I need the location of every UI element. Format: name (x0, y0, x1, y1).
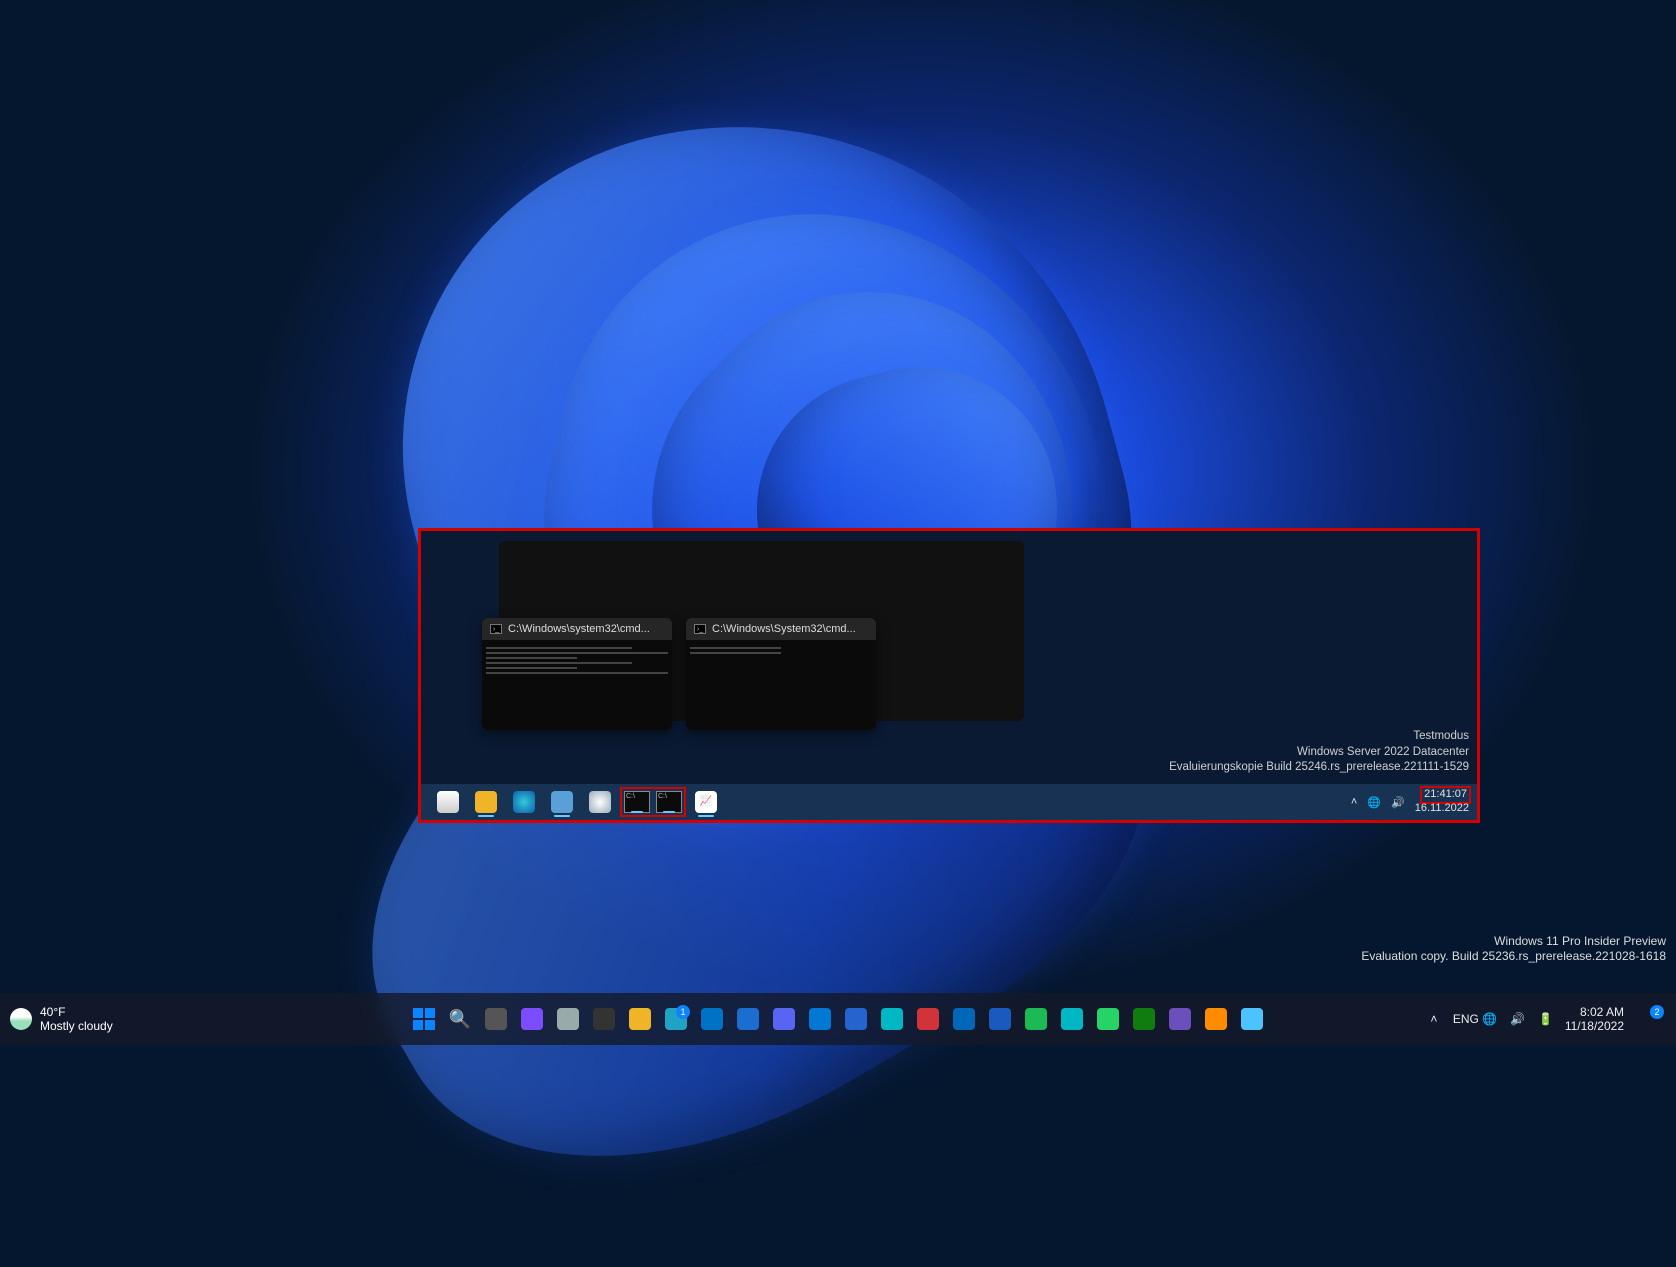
cmd-window-1[interactable] (624, 791, 650, 813)
cmd-taskbar-group-highlighted[interactable] (622, 789, 684, 815)
start-icon[interactable] (408, 1003, 440, 1035)
language-indicator[interactable]: ENG (1453, 1012, 1471, 1026)
weather-widget[interactable]: 40°F Mostly cloudy (10, 1005, 113, 1034)
task-view-icon[interactable] (434, 788, 462, 816)
preview-title: C:\Windows\system32\cmd... (508, 623, 650, 635)
vscode-icon[interactable] (948, 1003, 980, 1035)
desktop-watermark: Windows 11 Pro Insider Preview Evaluatio… (1361, 934, 1666, 965)
watermark-line: Windows Server 2022 Datacenter (1169, 745, 1469, 761)
preview-title: C:\Windows\System32\cmd... (712, 623, 856, 635)
inner-time-highlighted: 21:41:07 (1422, 788, 1469, 802)
battery-icon[interactable]: 🔋 (1537, 1012, 1555, 1026)
settings-icon[interactable] (552, 1003, 584, 1035)
outlook-icon[interactable] (696, 1003, 728, 1035)
search-icon[interactable]: 🔍 (444, 1003, 476, 1035)
preview-thumbnail[interactable]: ›_ C:\Windows\System32\cmd... (686, 618, 876, 730)
weather-cond: Mostly cloudy (40, 1019, 113, 1033)
watermark-line: Windows 11 Pro Insider Preview (1361, 934, 1666, 950)
more-1-icon[interactable] (1164, 1003, 1196, 1035)
taskbar-preview-thumbnails: ›_ C:\Windows\system32\cmd... ›_ C:\Wind… (482, 618, 876, 730)
chat-icon[interactable] (516, 1003, 548, 1035)
inner-taskbar: 📈 ˄ 🌐 🔊 21:41:07 16.11.2022 (421, 784, 1477, 820)
spotify-icon[interactable] (1020, 1003, 1052, 1035)
notification-badge: 2 (1650, 1005, 1664, 1019)
disc-icon[interactable] (586, 788, 614, 816)
network-icon[interactable]: 🌐 (1481, 1012, 1499, 1026)
app-badge: 1 (676, 1005, 690, 1019)
watermark-line: Evaluierungskopie Build 25246.rs_prerele… (1169, 760, 1469, 776)
cortana-icon[interactable] (1056, 1003, 1088, 1035)
chevron-up-icon[interactable]: ˄ (1425, 1012, 1443, 1026)
calendar-icon[interactable] (804, 1003, 836, 1035)
watermark-line: Testmodus (1169, 729, 1469, 745)
server-manager-icon[interactable] (548, 788, 576, 816)
terminal-icon[interactable] (588, 1003, 620, 1035)
weather-icon (10, 1008, 32, 1030)
discord-icon[interactable] (768, 1003, 800, 1035)
file-explorer-icon[interactable] (472, 788, 500, 816)
photos-icon[interactable] (876, 1003, 908, 1035)
edge-icon[interactable] (510, 788, 538, 816)
more-2-icon[interactable] (1200, 1003, 1232, 1035)
taskbar-center: 🔍1 (408, 1003, 1268, 1035)
task-view-icon[interactable] (480, 1003, 512, 1035)
word-icon[interactable] (984, 1003, 1016, 1035)
volume-icon[interactable]: 🔊 (1391, 796, 1405, 809)
inner-clock[interactable]: 21:41:07 16.11.2022 (1415, 788, 1469, 816)
search-icon: 🔍 (449, 1009, 471, 1030)
embedded-screenshot: ›_ C:\Windows\system32\cmd... ›_ C:\Wind… (418, 528, 1480, 823)
show-hidden-icons-icon[interactable]: ˄ (1351, 796, 1357, 808)
cmd-icon: ›_ (694, 624, 706, 634)
preview-thumbnail[interactable]: ›_ C:\Windows\system32\cmd... (482, 618, 672, 730)
clock-date: 11/18/2022 (1565, 1019, 1624, 1033)
edge-icon[interactable]: 1 (660, 1003, 692, 1035)
desktop: ›_ C:\Windows\system32\cmd... ›_ C:\Wind… (0, 0, 1676, 1045)
weather-temp: 40°F (40, 1005, 113, 1019)
taskbar: 40°F Mostly cloudy 🔍1 ˄ ENG 🌐 🔊 🔋 8:02 A… (0, 993, 1676, 1045)
cmd-window-2[interactable] (656, 791, 682, 813)
preview-body (482, 640, 672, 730)
cmd-icon: ›_ (490, 624, 502, 634)
more-3-icon[interactable] (1236, 1003, 1268, 1035)
clock-time: 8:02 AM (1565, 1005, 1624, 1019)
inner-watermark: Testmodus Windows Server 2022 Datacenter… (1169, 729, 1469, 776)
preview-body (686, 640, 876, 730)
powertoys-icon[interactable] (912, 1003, 944, 1035)
file-explorer-icon[interactable] (624, 1003, 656, 1035)
whatsapp-icon[interactable] (1092, 1003, 1124, 1035)
watermark-line: Evaluation copy. Build 25236.rs_prerelea… (1361, 949, 1666, 965)
chart-app-icon[interactable]: 📈 (692, 788, 720, 816)
todo-icon[interactable] (840, 1003, 872, 1035)
network-icon[interactable]: 🌐 (1367, 796, 1381, 809)
inner-date: 16.11.2022 (1415, 802, 1469, 814)
clock[interactable]: 8:02 AM 11/18/2022 (1565, 1005, 1624, 1034)
xbox-icon[interactable] (1128, 1003, 1160, 1035)
volume-icon[interactable]: 🔊 (1509, 1012, 1527, 1026)
notifications-icon[interactable]: 2 (1634, 1003, 1666, 1035)
store-icon[interactable] (732, 1003, 764, 1035)
